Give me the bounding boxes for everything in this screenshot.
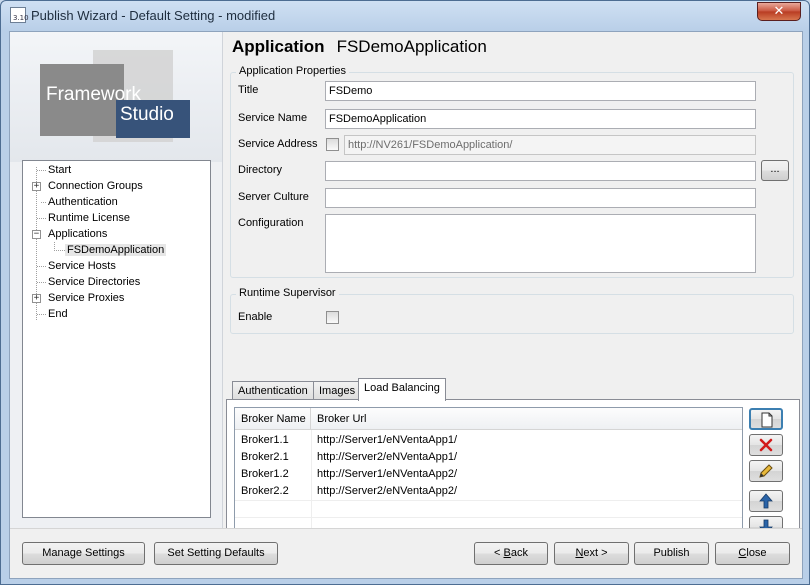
broker-name-cell[interactable]: Broker1.2 [235,466,289,483]
directory-field[interactable] [325,161,756,181]
back-button[interactable]: < Back [474,542,548,565]
tab-authentication[interactable]: Authentication [232,381,314,401]
delete-broker-button[interactable] [749,434,783,456]
broker-url-cell[interactable]: http://Server2/eNVentaApp2/ [311,483,457,500]
service-address-label: Service Address [238,138,318,150]
tree-item-fsdemoapplication[interactable]: FSDemoApplication [65,242,167,258]
page-heading: Application FSDemoApplication [232,37,487,57]
server-culture-label: Server Culture [238,191,309,203]
load-balancing-panel: Broker Name Broker Url Broker1.1 http://… [226,399,800,538]
right-pane: Application FSDemoApplication Application… [224,32,802,538]
broker-url-cell[interactable]: http://Server2/eNVentaApp1/ [311,449,457,466]
browse-directory-button[interactable]: ... [761,160,789,181]
framework-studio-logo: Framework Studio [10,32,222,162]
broker-url-cell[interactable]: http://Server1/eNVentaApp2/ [311,466,457,483]
enable-label: Enable [238,311,273,323]
configuration-label: Configuration [238,217,304,229]
service-name-label: Service Name [238,112,308,124]
heading-name: FSDemoApplication [336,37,487,56]
app-icon-version: 3.10 [13,14,29,22]
new-broker-button[interactable] [749,408,783,430]
configuration-field[interactable] [325,214,756,273]
tree-item-service-hosts[interactable]: Service Hosts [46,258,118,274]
publish-wizard-window: 3.10 Publish Wizard - Default Setting - … [0,0,810,585]
expand-icon[interactable]: + [32,182,41,191]
tree-item-start[interactable]: Start [46,162,73,178]
broker-url-cell[interactable]: http://Server1/eNVentaApp1/ [311,432,457,449]
edit-pencil-icon [759,464,773,478]
tree-item-authentication[interactable]: Authentication [46,194,120,210]
tree-item-runtime-license[interactable]: Runtime License [46,210,132,226]
broker-name-cell[interactable]: Broker1.1 [235,432,289,449]
tree-item-service-proxies[interactable]: Service Proxies [46,290,126,306]
publish-button[interactable]: Publish [634,542,709,565]
delete-icon [759,438,773,452]
move-up-icon [759,493,773,509]
group-title: Application Properties [236,65,350,77]
broker-name-cell[interactable]: Broker2.2 [235,483,289,500]
title-bar[interactable]: 3.10 Publish Wizard - Default Setting - … [1,1,809,29]
next-button[interactable]: Next > [554,542,629,565]
tree-item-applications[interactable]: Applications [46,226,109,242]
collapse-icon[interactable]: − [32,230,41,239]
tree-item-connection-groups[interactable]: Connection Groups [46,178,145,194]
set-setting-defaults-button[interactable]: Set Setting Defaults [154,542,278,565]
manage-settings-button[interactable]: Manage Settings [22,542,145,565]
app-icon[interactable]: 3.10 [10,7,29,23]
title-label: Title [238,84,259,96]
directory-label: Directory [238,164,283,176]
service-address-checkbox[interactable] [326,138,339,151]
runtime-supervisor-group: Runtime Supervisor [230,287,794,334]
tab-load-balancing[interactable]: Load Balancing [358,378,446,401]
column-header-broker-name[interactable]: Broker Name [235,408,311,430]
service-name-field[interactable]: FSDemoApplication [325,109,756,129]
move-up-button[interactable] [749,490,783,512]
title-field[interactable]: FSDemo [325,81,756,101]
group-title: Runtime Supervisor [236,287,339,299]
broker-name-cell[interactable]: Broker2.1 [235,449,289,466]
tab-images[interactable]: Images [313,381,362,401]
expand-icon[interactable]: + [32,294,41,303]
edit-broker-button[interactable] [749,460,783,482]
server-culture-field[interactable] [325,188,756,208]
close-icon: ✕ [773,4,785,19]
left-pane: Framework Studio Start + Connection Grou… [10,32,223,528]
logo-word-framework: Framework [46,84,142,105]
window-close-button[interactable]: ✕ [757,2,801,21]
column-header-broker-url[interactable]: Broker Url [311,408,742,430]
wizard-client-area: Framework Studio Start + Connection Grou… [9,31,803,579]
window-title: Publish Wizard - Default Setting - modif… [31,8,276,23]
service-address-field[interactable]: http://NV261/FSDemoApplication/ [344,135,756,155]
navigation-tree[interactable]: Start + Connection Groups Authentication… [22,160,211,518]
new-document-icon [761,412,773,428]
tree-item-end[interactable]: End [46,306,70,322]
close-button[interactable]: Close [715,542,790,565]
heading-type: Application [232,37,325,56]
wizard-footer: Manage Settings Set Setting Defaults < B… [10,528,802,578]
tree-item-service-directories[interactable]: Service Directories [46,274,142,290]
grid-header: Broker Name Broker Url [235,408,742,430]
enable-supervisor-checkbox[interactable] [326,311,339,324]
broker-grid[interactable]: Broker Name Broker Url Broker1.1 http://… [234,407,743,529]
logo-word-studio: Studio [120,104,174,125]
